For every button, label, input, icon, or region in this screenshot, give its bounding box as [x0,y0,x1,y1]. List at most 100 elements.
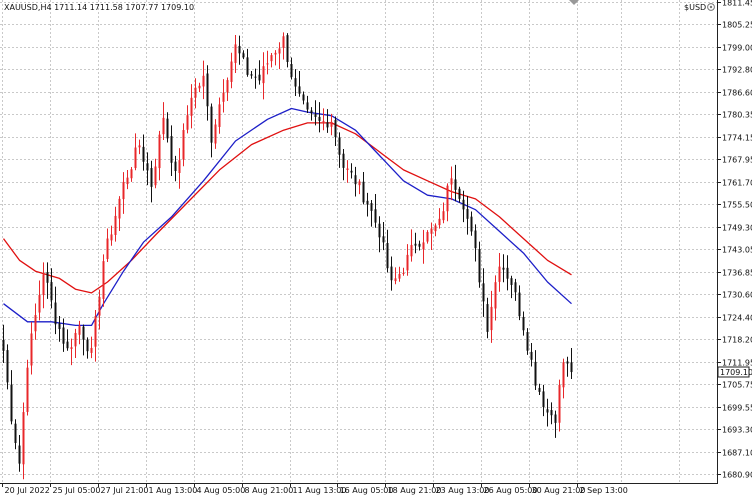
candle-down[interactable] [386,243,389,269]
candle-up[interactable] [122,181,125,200]
candle-down[interactable] [510,278,513,285]
candle-up[interactable] [490,306,493,331]
candle-down[interactable] [530,351,533,360]
candle-up[interactable] [398,274,401,279]
candle-down[interactable] [522,316,525,331]
candle-down[interactable] [82,326,85,340]
candle-up[interactable] [430,228,433,234]
candle-down[interactable] [418,243,421,247]
candle-up[interactable] [42,274,45,296]
candle-up[interactable] [198,85,201,89]
candle-down[interactable] [146,163,149,171]
candle-up[interactable] [130,169,133,179]
candle-down[interactable] [342,153,345,168]
candle-up[interactable] [158,134,161,169]
candle-up[interactable] [450,178,453,185]
candle-down[interactable] [570,362,573,373]
candle-up[interactable] [226,80,229,93]
candle-down[interactable] [170,136,173,163]
candle-down[interactable] [334,119,337,138]
candle-down[interactable] [290,64,293,77]
candle-up[interactable] [90,347,93,353]
candle-down[interactable] [210,106,213,143]
candle-down[interactable] [566,361,569,364]
candle-down[interactable] [350,170,353,173]
candle-down[interactable] [538,387,541,392]
candle-down[interactable] [10,384,13,422]
candle-down[interactable] [254,76,257,78]
candle-down[interactable] [298,86,301,94]
candle-down[interactable] [542,391,545,407]
candle-down[interactable] [318,116,321,121]
candle-up[interactable] [30,333,33,366]
candle-up[interactable] [94,316,97,347]
candle-down[interactable] [474,230,477,249]
candle-down[interactable] [242,53,245,58]
candle-up[interactable] [98,297,101,316]
candle-down[interactable] [414,243,417,246]
candle-up[interactable] [70,347,73,349]
candle-up[interactable] [558,384,561,423]
candle-up[interactable] [270,55,273,62]
candle-down[interactable] [302,94,305,101]
candle-up[interactable] [118,198,121,219]
candle-down[interactable] [58,323,61,330]
candle-down[interactable] [6,350,9,383]
candle-up[interactable] [330,121,333,127]
candle-down[interactable] [382,236,385,243]
candle-down[interactable] [370,203,373,211]
candle-up[interactable] [114,215,117,235]
candle-down[interactable] [374,209,377,223]
price-chart[interactable]: 1811.45 1805.25 1799.00 1792.80 1786.60 1780.… [0,0,752,496]
candle-up[interactable] [442,211,445,221]
candle-up[interactable] [346,168,349,171]
candle-down[interactable] [206,73,209,107]
candle-down[interactable] [86,339,89,352]
candle-up[interactable] [26,367,29,412]
candle-down[interactable] [246,57,249,75]
candle-down[interactable] [14,423,17,443]
candle-down[interactable] [462,199,465,210]
candle-up[interactable] [222,92,225,102]
candle-up[interactable] [322,120,325,122]
candle-up[interactable] [178,160,181,174]
candle-up[interactable] [446,185,449,212]
candle-down[interactable] [306,102,309,110]
candle-up[interactable] [162,117,165,135]
candle-up[interactable] [102,261,105,299]
candle-up[interactable] [126,177,129,185]
candle-down[interactable] [466,208,469,219]
candle-up[interactable] [234,44,237,63]
candle-up[interactable] [358,181,361,186]
candle-up[interactable] [426,232,429,242]
candle-down[interactable] [54,302,57,325]
candle-down[interactable] [514,282,517,293]
candle-up[interactable] [262,66,265,84]
candle-up[interactable] [230,61,233,82]
candle-up[interactable] [410,244,413,257]
candle-down[interactable] [314,113,317,117]
candle-up[interactable] [562,362,565,388]
candle-up[interactable] [402,272,405,274]
candle-up[interactable] [134,147,137,169]
candle-up[interactable] [138,145,141,148]
candle-up[interactable] [214,124,217,144]
candle-down[interactable] [354,175,357,185]
candle-down[interactable] [454,179,457,190]
candle-down[interactable] [286,35,289,62]
candle-up[interactable] [186,115,189,130]
candle-up[interactable] [22,412,25,465]
candle-down[interactable] [2,340,5,351]
candle-down[interactable] [458,188,461,199]
candle-down[interactable] [66,341,69,349]
candle-down[interactable] [150,168,153,187]
candle-up[interactable] [498,266,501,282]
candle-up[interactable] [266,63,269,65]
candle-up[interactable] [494,282,497,309]
candle-down[interactable] [506,267,509,279]
candle-down[interactable] [46,272,49,283]
candle-up[interactable] [194,87,197,98]
candle-down[interactable] [326,122,329,128]
candle-down[interactable] [294,78,297,87]
candle-down[interactable] [174,161,177,172]
